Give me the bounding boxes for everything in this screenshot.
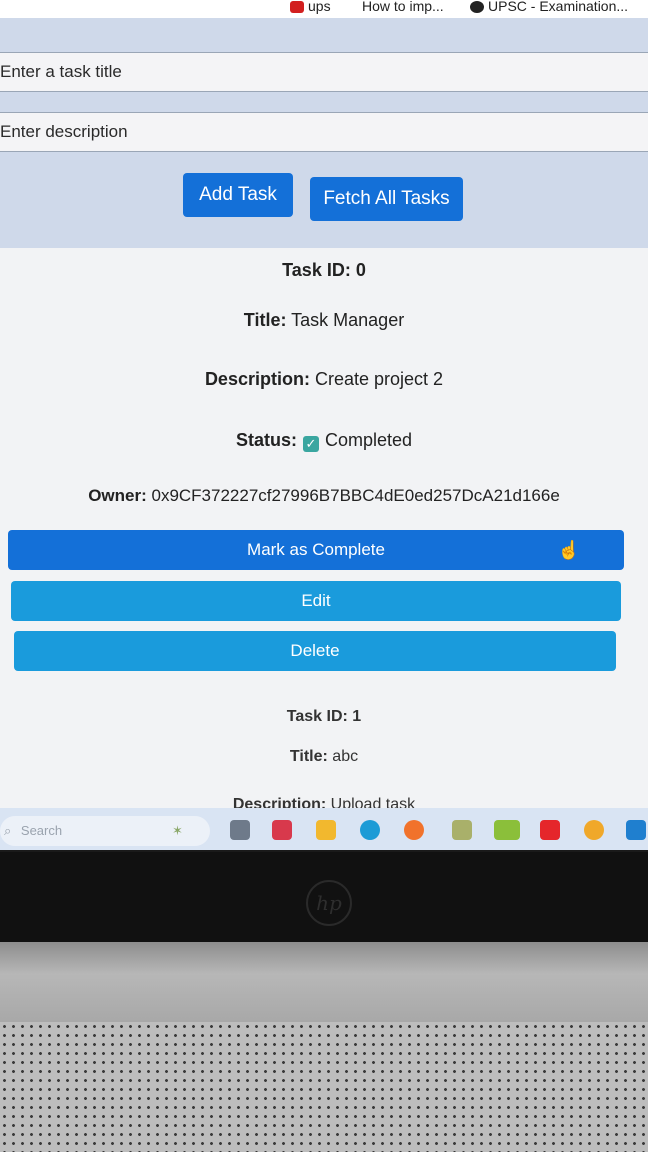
task-id-line: Task ID: 0 (282, 260, 366, 280)
youtube-icon[interactable] (540, 820, 560, 840)
mcafee-icon[interactable] (272, 820, 292, 840)
file-explorer-icon[interactable] (316, 820, 336, 840)
bookmark-ups[interactable]: ups (290, 0, 331, 14)
fetch-all-tasks-button[interactable]: Fetch All Tasks (310, 177, 463, 221)
task-id-line: Task ID: 1 (286, 708, 362, 725)
task-description-input[interactable] (0, 112, 648, 152)
bookmark-how-to-imp[interactable]: How to imp... (362, 0, 444, 14)
edit-button[interactable]: Edit (11, 581, 621, 621)
task-title-input[interactable] (0, 52, 648, 92)
calculator-icon[interactable] (452, 820, 472, 840)
task-title-line: Title: Task Manager (243, 310, 405, 330)
windows-taskbar: ⌕ Search ✶ (0, 808, 648, 850)
hand-cursor-icon: ☝ (557, 540, 580, 560)
task-list: Task ID: 0 Title: Task Manager Descripti… (0, 248, 648, 850)
bookmark-icon (290, 1, 304, 14)
task-view-icon[interactable] (230, 820, 250, 840)
checkbox-checked-icon: ✓ (302, 436, 319, 452)
chrome-icon[interactable] (584, 820, 604, 840)
task-status-line: Status: ✓ Completed (235, 430, 413, 452)
firefox-icon[interactable] (404, 820, 424, 840)
vscode-icon[interactable] (626, 820, 646, 840)
task-form: Add Task Fetch All Tasks (0, 18, 648, 248)
bookmark-icon (470, 1, 484, 14)
add-task-button[interactable]: Add Task (183, 173, 293, 217)
hp-logo: hp (306, 880, 352, 926)
bookmark-upsc[interactable]: UPSC - Examination... (470, 0, 628, 14)
edge-icon[interactable] (360, 820, 380, 840)
task-description-line: Description: Create project 2 (204, 369, 444, 389)
delete-button[interactable]: Delete (14, 631, 616, 671)
task-owner-line: Owner: 0x9CF372227cf27996B7BBC4dE0ed257D… (88, 486, 560, 505)
search-icon: ⌕ (4, 823, 12, 838)
widgets-icon[interactable]: ✶ (172, 816, 183, 846)
browser-screen: ups How to imp... UPSC - Examination... … (0, 0, 648, 850)
laptop-hinge (0, 942, 648, 1022)
speaker-grille (0, 1022, 648, 1152)
mark-complete-button[interactable]: Mark as Complete ☝ (8, 530, 624, 570)
meesho-icon[interactable] (494, 820, 520, 840)
taskbar-search[interactable]: ⌕ Search ✶ (0, 816, 210, 846)
task-title-line: Title: abc (289, 748, 359, 765)
bookmarks-bar: ups How to imp... UPSC - Examination... (0, 0, 648, 18)
